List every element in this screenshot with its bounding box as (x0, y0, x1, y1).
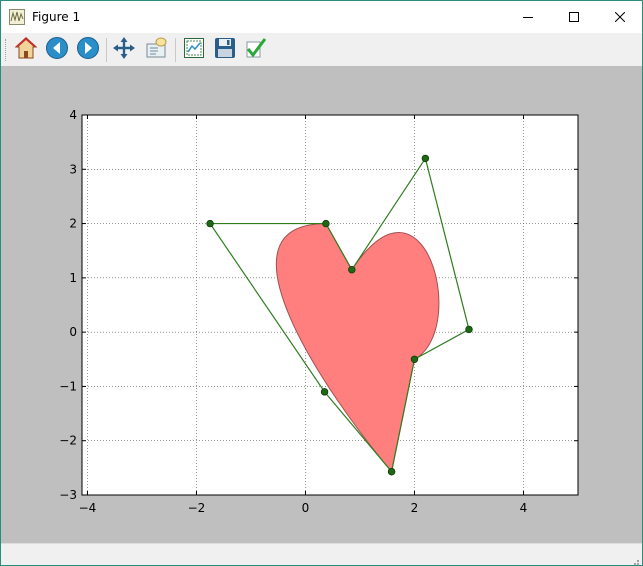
toolbar-grip[interactable] (5, 39, 9, 61)
home-icon (14, 36, 38, 64)
toolbar-separator (106, 38, 107, 62)
y-tick-label: −1 (59, 379, 77, 393)
window-title: Figure 1 (32, 10, 81, 24)
y-tick-label: 0 (69, 325, 77, 339)
configure-subplots-icon (182, 36, 206, 64)
zoom-button[interactable] (143, 37, 169, 63)
minimize-button[interactable] (505, 1, 551, 33)
edit-button[interactable] (243, 37, 269, 63)
x-tick-label: −2 (188, 501, 206, 515)
back-button[interactable] (44, 37, 70, 63)
maximize-button[interactable] (551, 1, 597, 33)
x-tick-label: −4 (79, 501, 97, 515)
figure-canvas[interactable]: −4 −2 0 2 4 −3 −2 −1 0 1 2 3 4 (1, 66, 642, 543)
vertex-marker (206, 219, 214, 228)
x-tick-label: 4 (520, 501, 528, 515)
close-button[interactable] (597, 1, 642, 33)
vertex-marker (410, 355, 419, 363)
back-arrow-icon (45, 36, 69, 64)
zoom-rect-icon (144, 36, 168, 64)
forward-button[interactable] (75, 37, 101, 63)
y-tick-label: 1 (69, 271, 77, 285)
y-tick-label: 2 (69, 217, 77, 231)
resize-grip-icon[interactable] (630, 554, 640, 565)
vertex-marker (322, 219, 330, 228)
x-tick-label: 0 (302, 501, 310, 515)
home-button[interactable] (13, 37, 39, 63)
matplotlib-figure-icon (9, 9, 25, 25)
edit-checkmark-icon (244, 36, 268, 64)
vertex-marker (465, 325, 473, 334)
y-tick-label: −3 (59, 488, 77, 502)
vertex-marker (348, 266, 356, 274)
y-tick-label: −2 (59, 434, 77, 448)
save-floppy-icon (213, 36, 237, 64)
save-button[interactable] (212, 37, 238, 63)
vertex-marker (421, 154, 430, 163)
pan-button[interactable] (111, 37, 137, 63)
y-tick-label: 3 (69, 162, 77, 176)
vertex-marker (387, 467, 396, 476)
figure-window: Figure 1 −4 −2 0 2 4 −3 −2 −1 0 1 2 3 4 (0, 0, 643, 566)
pan-move-icon (112, 36, 136, 64)
status-bar (1, 543, 642, 565)
y-tick-label: 4 (69, 108, 77, 122)
navigation-toolbar (1, 33, 642, 66)
forward-arrow-icon (76, 36, 100, 64)
subplots-button[interactable] (181, 37, 207, 63)
plot-svg: −4 −2 0 2 4 −3 −2 −1 0 1 2 3 4 (1, 66, 642, 543)
x-tick-label: 2 (411, 501, 419, 515)
toolbar-separator (175, 38, 176, 62)
vertex-marker (320, 388, 329, 396)
title-bar[interactable]: Figure 1 (1, 1, 642, 33)
